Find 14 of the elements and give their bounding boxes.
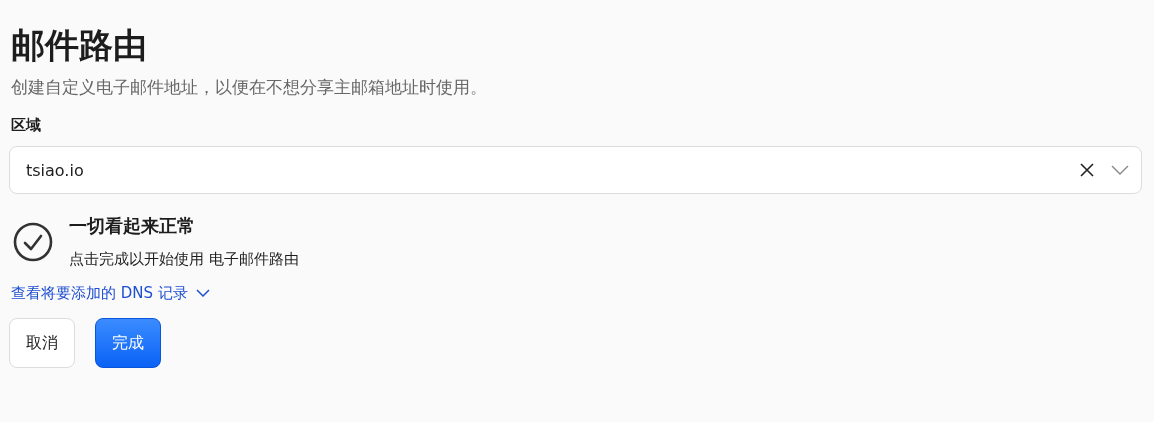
status-message: 点击完成以开始使用 电子邮件路由 (69, 249, 299, 270)
chevron-down-icon (195, 289, 210, 297)
clear-icon[interactable] (1079, 162, 1095, 178)
field-label: 区域 (11, 115, 42, 136)
page-title: 邮件路由 (11, 24, 148, 67)
status-title: 一切看起来正常 (69, 214, 196, 238)
page-subtitle: 创建自定义电子邮件地址，以便在不想分享主邮箱地址时使用。 (11, 76, 488, 99)
done-button[interactable]: 完成 (95, 318, 161, 368)
check-circle-icon (13, 222, 53, 262)
dns-records-link[interactable]: 查看将要添加的 DNS 记录 (9, 282, 210, 304)
zone-select[interactable]: tsiao.io (9, 146, 1142, 194)
selected-value: tsiao.io (26, 160, 85, 180)
chevron-down-icon[interactable] (1111, 165, 1129, 175)
cancel-button[interactable]: 取消 (9, 318, 75, 368)
